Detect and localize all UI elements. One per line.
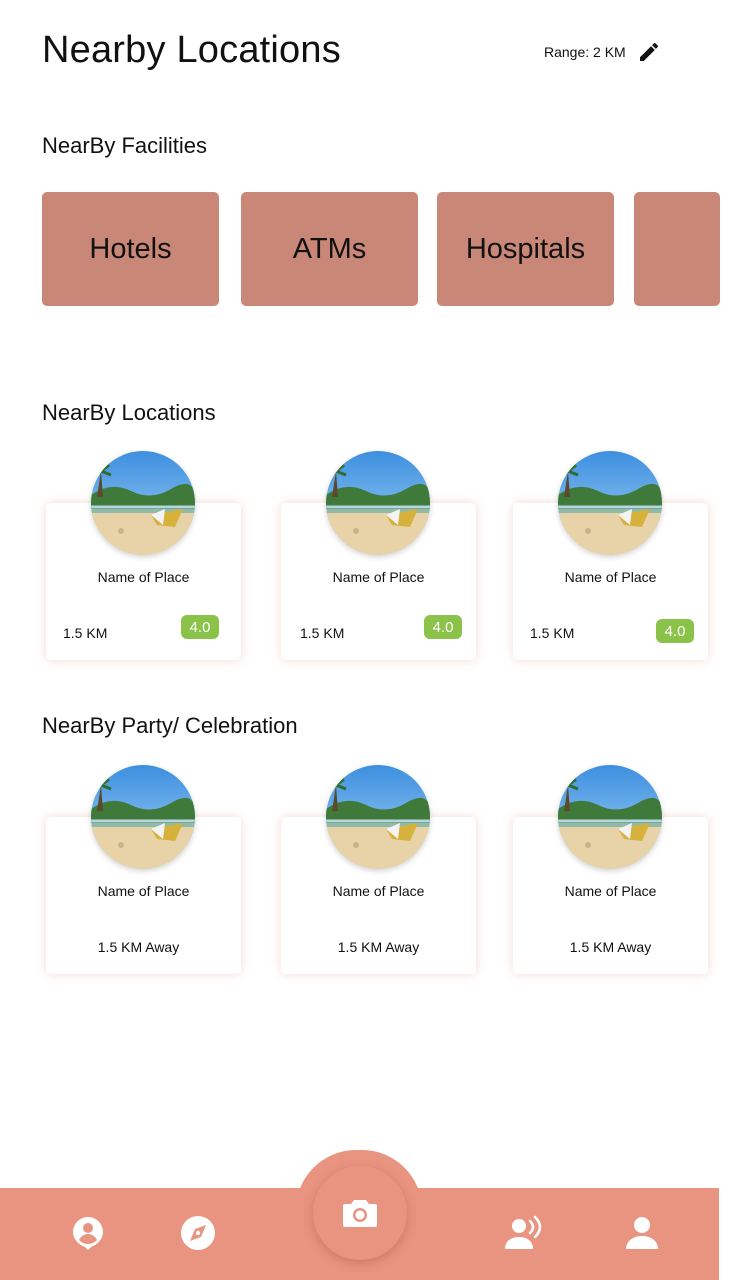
facility-atms-button[interactable]: ATMs — [241, 192, 418, 306]
rating-badge: 4.0 — [424, 615, 462, 639]
range-label: Range: 2 KM — [544, 44, 626, 60]
place-name: Name of Place — [564, 569, 657, 585]
facility-hospitals-button[interactable]: Hospitals — [437, 192, 614, 306]
party-title: NearBy Party/ Celebration — [42, 713, 298, 738]
place-distance: 1.5 KM — [63, 625, 108, 641]
place-thumbnail — [91, 451, 195, 555]
voice-user-icon[interactable] — [504, 1215, 544, 1251]
camera-icon — [343, 1200, 377, 1227]
place-thumbnail — [558, 765, 662, 869]
place-thumbnail — [326, 451, 430, 555]
facility-more-button[interactable] — [634, 192, 720, 306]
edit-range-icon[interactable] — [637, 40, 661, 64]
place-name: Name of Place — [97, 883, 190, 899]
place-name: Name of Place — [332, 883, 425, 899]
page-title: Nearby Locations — [42, 29, 341, 71]
place-thumbnail — [91, 765, 195, 869]
facilities-title: NearBy Facilities — [42, 133, 208, 158]
locations-title: NearBy Locations — [42, 400, 216, 425]
rating-badge: 4.0 — [656, 619, 694, 643]
profile-icon[interactable] — [624, 1215, 660, 1251]
compass-icon[interactable] — [180, 1215, 216, 1251]
place-distance: 1.5 KM — [530, 625, 575, 641]
place-name: Name of Place — [332, 569, 425, 585]
place-distance: 1.5 KM Away — [97, 939, 180, 955]
place-name: Name of Place — [564, 883, 657, 899]
facility-hotels-button[interactable]: Hotels — [42, 192, 219, 306]
place-distance: 1.5 KM Away — [337, 939, 420, 955]
camera-button[interactable] — [313, 1166, 407, 1260]
place-thumbnail — [326, 765, 430, 869]
place-distance: 1.5 KM — [300, 625, 345, 641]
location-user-icon[interactable] — [70, 1215, 106, 1251]
place-name: Name of Place — [97, 569, 190, 585]
rating-badge: 4.0 — [181, 615, 219, 639]
place-distance: 1.5 KM Away — [569, 939, 652, 955]
place-thumbnail — [558, 451, 662, 555]
